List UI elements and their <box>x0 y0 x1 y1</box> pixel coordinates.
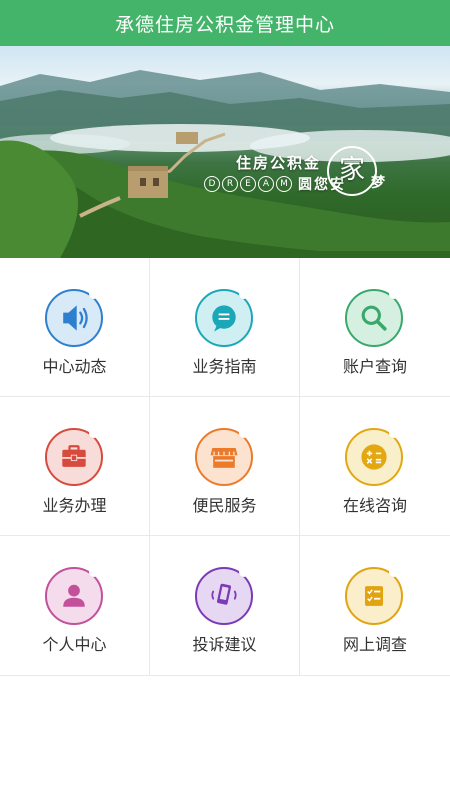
menu-grid: 中心动态 业务指南 账户查询 业务办理 便民服务 在线咨询 个人中心 投诉建议 … <box>0 258 450 676</box>
menu-item-label: 投诉建议 <box>192 635 257 654</box>
calculator-icon <box>345 428 403 486</box>
menu-item-label: 网上调查 <box>342 635 407 654</box>
menu-item-label: 便民服务 <box>192 496 257 515</box>
menu-item-label: 业务办理 <box>42 496 107 515</box>
great-wall-landscape <box>0 70 450 258</box>
menu-item-public-service[interactable]: 便民服务 <box>150 397 300 536</box>
menu-item-news[interactable]: 中心动态 <box>0 258 150 397</box>
menu-item-label: 中心动态 <box>42 357 107 376</box>
banner-dream-row: D R E A M 圆您安 <box>204 174 346 194</box>
person-icon <box>45 567 103 625</box>
menu-item-complaints[interactable]: 投诉建议 <box>150 536 300 675</box>
menu-item-label: 在线咨询 <box>342 496 407 515</box>
menu-item-guide[interactable]: 业务指南 <box>150 258 300 397</box>
banner-slogan-line1: 住房公积金 <box>236 154 322 172</box>
menu-item-label: 个人中心 <box>42 635 107 654</box>
menu-item-label: 账户查询 <box>342 357 407 376</box>
dream-letter: R <box>222 176 238 192</box>
chat-bubble-icon <box>195 289 253 347</box>
checklist-icon <box>345 567 403 625</box>
speaker-icon <box>45 289 103 347</box>
banner-image[interactable]: 住房公积金 D R E A M 圆您安 家 梦 <box>0 46 450 258</box>
phone-vibrate-icon <box>195 567 253 625</box>
menu-item-personal-center[interactable]: 个人中心 <box>0 536 150 675</box>
briefcase-icon <box>45 428 103 486</box>
page-title: 承德住房公积金管理中心 <box>114 13 335 36</box>
magnifier-icon <box>345 289 403 347</box>
menu-item-online-consult[interactable]: 在线咨询 <box>300 397 450 536</box>
dream-letter: M <box>276 176 292 192</box>
dream-letter: E <box>240 176 256 192</box>
menu-item-handle-business[interactable]: 业务办理 <box>0 397 150 536</box>
menu-item-account-query[interactable]: 账户查询 <box>300 258 450 397</box>
menu-item-online-survey[interactable]: 网上调查 <box>300 536 450 675</box>
app-title-bar: 承德住房公积金管理中心 <box>0 0 450 46</box>
dream-letter: D <box>204 176 220 192</box>
menu-item-label: 业务指南 <box>192 357 257 376</box>
storefront-icon <box>195 428 253 486</box>
banner-big-char: 家 <box>327 146 377 196</box>
banner-tail-char: 梦 <box>371 175 385 191</box>
dream-letter: A <box>258 176 274 192</box>
